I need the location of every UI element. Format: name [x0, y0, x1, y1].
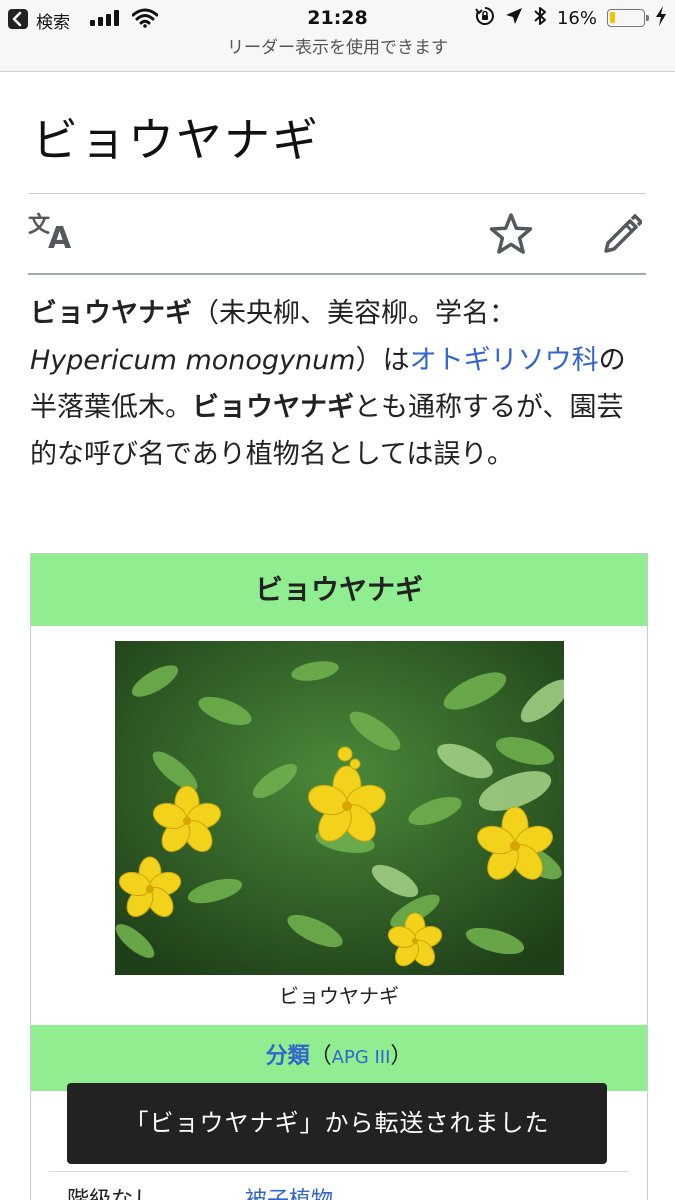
location-arrow-icon [505, 7, 523, 29]
status-bar: 検索 21:28 16% [0, 0, 675, 36]
title-divider [28, 193, 646, 194]
toolbar-divider [28, 273, 646, 275]
taxonomy-row-value[interactable]: 被子植物 [245, 1188, 333, 1200]
star-icon[interactable] [488, 212, 534, 260]
reader-view-banner[interactable]: リーダー表示を使用できます [0, 36, 675, 72]
svg-text:A: A [48, 221, 72, 256]
rotation-lock-icon [475, 6, 495, 30]
charging-bolt-icon [655, 6, 667, 30]
bluetooth-icon [533, 6, 547, 30]
battery-icon [607, 9, 649, 27]
scientific-name: Hypericum monogynum [30, 345, 356, 376]
apg-link[interactable]: APG III [332, 1047, 391, 1068]
lead-text-1: （未央柳、美容柳。学名： [192, 298, 516, 329]
page-title: ビョウヤナギ [32, 113, 320, 167]
translate-icon[interactable]: 文 A [28, 210, 76, 260]
redirect-toast: 「ビョウヤナギ」から転送されました [67, 1083, 607, 1164]
lead-paragraph: ビョウヤナギ（未央柳、美容柳。学名：Hypericum monogynum）はオ… [30, 290, 630, 478]
lead-text-2: ）は [355, 345, 410, 376]
plant-photo[interactable] [115, 641, 564, 975]
lead-term-2: ビョウヤナギ [192, 392, 354, 423]
battery-level [610, 12, 615, 23]
paren-close: ） [390, 1044, 413, 1069]
row-divider [49, 1171, 629, 1172]
classification-link[interactable]: 分類 [266, 1044, 310, 1069]
family-link[interactable]: オトギリソウ科 [410, 345, 599, 376]
lead-term: ビョウヤナギ [30, 298, 192, 329]
pencil-icon[interactable] [602, 212, 644, 258]
classification-header: 分類（APG III） [31, 1025, 647, 1091]
photo-caption: ビョウヤナギ [279, 984, 399, 1008]
status-right: 16% [475, 6, 667, 30]
infobox-title: ビョウヤナギ [31, 554, 647, 626]
battery-percent: 16% [556, 7, 597, 29]
taxonomy-row: 階級なし 被子植物 [67, 1182, 333, 1200]
paren-open: （ [309, 1044, 332, 1069]
taxonomy-row-label: 階級なし [67, 1188, 155, 1200]
